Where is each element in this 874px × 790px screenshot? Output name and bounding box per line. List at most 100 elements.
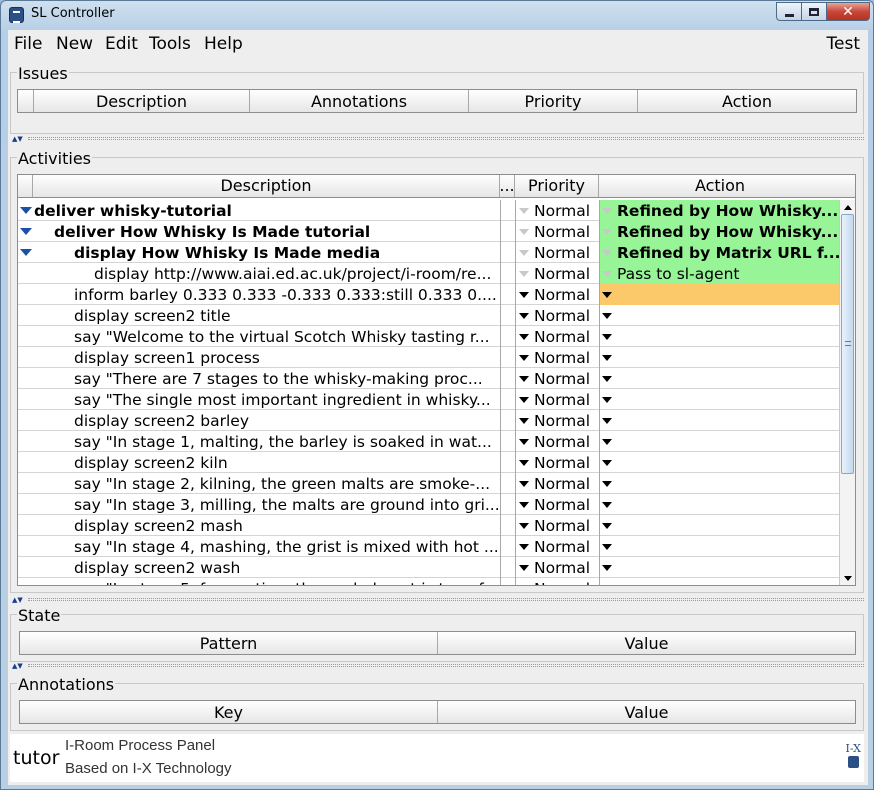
tree-cell[interactable] (18, 200, 34, 221)
action-dropdown-icon[interactable] (602, 417, 612, 424)
priority-dropdown-icon[interactable] (519, 291, 529, 298)
annotations-col-value[interactable]: Value (438, 701, 855, 723)
activity-description[interactable]: display screen2 mash (34, 515, 501, 536)
activity-row[interactable]: deliver How Whisky Is Made tutorial Norma… (18, 221, 840, 242)
activity-description[interactable]: say "In stage 2, kilning, the green malt… (34, 473, 501, 494)
activity-description[interactable]: display screen1 process (34, 347, 501, 368)
priority-cell[interactable]: Normal (516, 200, 600, 221)
action-cell[interactable]: Refined by Matrix URL f... (600, 242, 840, 263)
action-cell[interactable] (600, 431, 840, 452)
tree-cell[interactable] (18, 221, 34, 242)
action-cell[interactable] (600, 326, 840, 347)
expand-toggle-icon[interactable] (20, 228, 32, 235)
issues-col-action[interactable]: Action (638, 90, 856, 112)
activity-row[interactable]: say "There are 7 stages to the whisky-ma… (18, 368, 840, 389)
state-col-value[interactable]: Value (438, 632, 855, 654)
action-cell[interactable] (600, 515, 840, 536)
issues-col-description[interactable]: Description (34, 90, 250, 112)
action-cell[interactable] (600, 347, 840, 368)
activity-description[interactable]: display http://www.aiai.ed.ac.uk/project… (34, 263, 501, 284)
priority-cell[interactable]: Normal (516, 221, 600, 242)
activity-description[interactable]: say "In stage 1, malting, the barley is … (34, 431, 501, 452)
title-bar[interactable]: SL Controller ✕ (1, 1, 873, 29)
maximize-button[interactable] (801, 2, 827, 21)
action-cell[interactable] (600, 410, 840, 431)
activity-row[interactable]: inform barley 0.333 0.333 -0.333 0.333:s… (18, 284, 840, 305)
expand-toggle-icon[interactable] (20, 249, 32, 256)
activity-description[interactable]: say "The single most important ingredien… (34, 389, 501, 410)
action-dropdown-icon[interactable] (602, 459, 612, 466)
action-dropdown-icon[interactable] (602, 375, 612, 382)
activity-row[interactable]: say "The single most important ingredien… (18, 389, 840, 410)
priority-cell[interactable]: Normal (516, 389, 600, 410)
action-cell[interactable]: Refined by How Whisky... (600, 221, 840, 242)
action-cell[interactable] (600, 452, 840, 473)
action-dropdown-icon[interactable] (602, 249, 612, 256)
activity-description[interactable]: deliver whisky-tutorial (34, 200, 501, 221)
activity-row[interactable]: display screen2 mash Normal (18, 515, 840, 536)
action-dropdown-icon[interactable] (602, 480, 612, 487)
priority-cell[interactable]: Normal (516, 515, 600, 536)
activity-description[interactable]: say "Welcome to the virtual Scotch Whisk… (34, 326, 501, 347)
priority-cell[interactable]: Normal (516, 578, 600, 587)
menu-file[interactable]: File (14, 34, 42, 54)
priority-dropdown-icon[interactable] (519, 501, 529, 508)
action-dropdown-icon[interactable] (602, 312, 612, 319)
action-cell[interactable] (600, 473, 840, 494)
annotations-col-key[interactable]: Key (20, 701, 438, 723)
activity-description[interactable]: inform barley 0.333 0.333 -0.333 0.333:s… (34, 284, 501, 305)
activities-splitter[interactable]: ▲▼ (8, 596, 868, 604)
priority-cell[interactable]: Normal (516, 452, 600, 473)
action-cell[interactable] (600, 494, 840, 515)
activities-col-action[interactable]: Action (599, 175, 841, 197)
activity-description[interactable]: display screen2 wash (34, 557, 501, 578)
menu-tools[interactable]: Tools (149, 34, 191, 54)
activities-col-dots[interactable]: ... (500, 175, 515, 197)
action-dropdown-icon[interactable] (602, 501, 612, 508)
priority-dropdown-icon[interactable] (519, 586, 529, 587)
priority-cell[interactable]: Normal (516, 431, 600, 452)
activity-row[interactable]: display screen2 kiln Normal (18, 452, 840, 473)
scroll-down-button[interactable] (840, 571, 855, 585)
priority-dropdown-icon[interactable] (519, 459, 529, 466)
action-dropdown-icon[interactable] (602, 522, 612, 529)
priority-dropdown-icon[interactable] (519, 375, 529, 382)
splitter-arrows-icon[interactable]: ▲▼ (12, 596, 23, 604)
priority-dropdown-icon[interactable] (519, 417, 529, 424)
action-dropdown-icon[interactable] (602, 333, 612, 340)
splitter-arrows-icon[interactable]: ▲▼ (12, 135, 23, 143)
action-cell[interactable] (600, 284, 840, 305)
action-dropdown-icon[interactable] (602, 396, 612, 403)
action-cell[interactable]: Pass to sl-agent (600, 263, 840, 284)
splitter-arrows-icon[interactable]: ▲▼ (12, 662, 23, 670)
action-cell[interactable] (600, 305, 840, 326)
activity-description[interactable]: display screen2 barley (34, 410, 501, 431)
activity-row[interactable]: say "In stage 2, kilning, the green malt… (18, 473, 840, 494)
priority-cell[interactable]: Normal (516, 305, 600, 326)
state-splitter[interactable]: ▲▼ (8, 662, 868, 670)
menu-edit[interactable]: Edit (105, 34, 138, 54)
menu-help[interactable]: Help (204, 34, 243, 54)
priority-cell[interactable]: Normal (516, 410, 600, 431)
activity-row[interactable]: display http://www.aiai.ed.ac.uk/project… (18, 263, 840, 284)
priority-cell[interactable]: Normal (516, 347, 600, 368)
priority-dropdown-icon[interactable] (519, 564, 529, 571)
action-dropdown-icon[interactable] (602, 564, 612, 571)
action-dropdown-icon[interactable] (602, 207, 612, 214)
close-button[interactable]: ✕ (826, 2, 870, 21)
priority-cell[interactable]: Normal (516, 536, 600, 557)
activities-col-description[interactable]: Description (33, 175, 500, 197)
priority-cell[interactable]: Normal (516, 326, 600, 347)
priority-dropdown-icon[interactable] (519, 438, 529, 445)
expand-toggle-icon[interactable] (20, 207, 32, 214)
activity-description[interactable]: display How Whisky Is Made media (34, 242, 501, 263)
priority-cell[interactable]: Normal (516, 557, 600, 578)
state-col-pattern[interactable]: Pattern (20, 632, 438, 654)
action-cell[interactable] (600, 389, 840, 410)
priority-cell[interactable]: Normal (516, 284, 600, 305)
action-cell[interactable] (600, 557, 840, 578)
issues-col-priority[interactable]: Priority (469, 90, 638, 112)
activity-description[interactable]: display screen2 kiln (34, 452, 501, 473)
issues-splitter[interactable]: ▲▼ (8, 135, 868, 143)
activity-row[interactable]: display screen1 process Normal (18, 347, 840, 368)
